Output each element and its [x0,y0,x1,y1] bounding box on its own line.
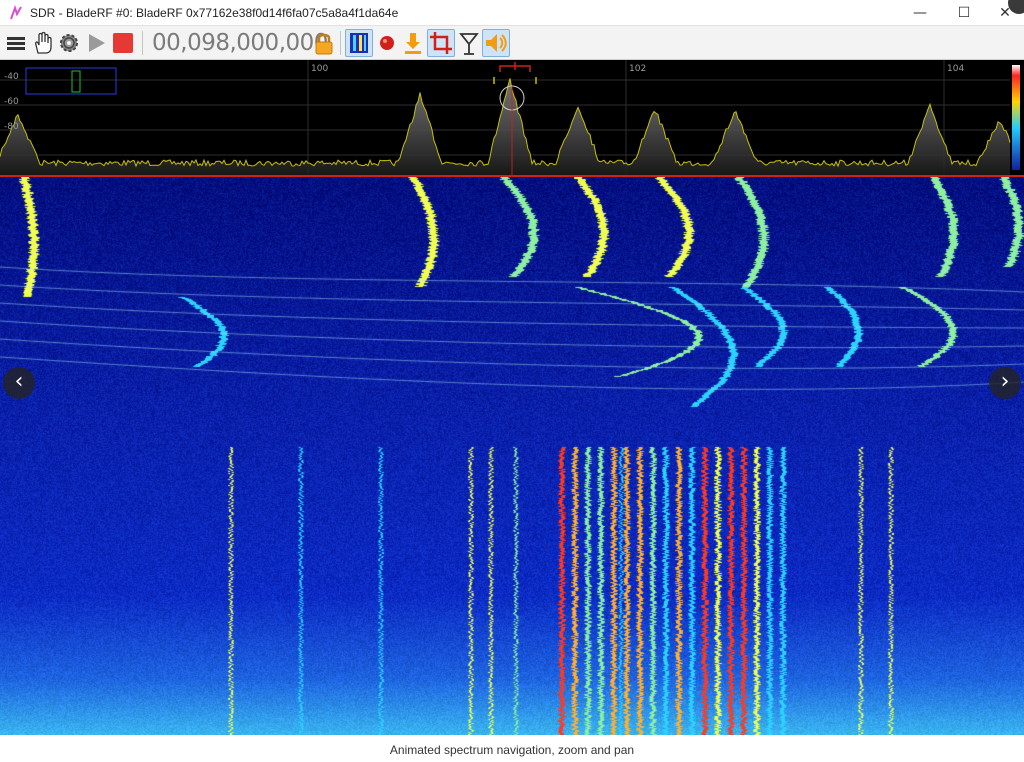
antenna-icon[interactable] [455,29,483,57]
toolbar: 00,098,000,000 [0,26,1024,60]
db-label: -60 [4,97,19,107]
stop-icon[interactable] [109,29,137,57]
play-icon[interactable] [82,29,110,57]
toolbar-separator [340,31,341,55]
waterfall-icon[interactable] [345,29,373,57]
window-title: SDR - BladeRF #0: BladeRF 0x77162e38f0d1… [30,6,399,20]
record-icon[interactable] [373,29,401,57]
caption: Animated spectrum navigation, zoom and p… [389,743,635,757]
spectrum-plot[interactable]: -40 -60 -80 100 102 104 [0,60,1024,177]
next-slide-button[interactable]: › [989,367,1021,399]
freq-label: 104 [947,64,964,74]
gear-icon[interactable] [55,29,83,57]
download-icon[interactable] [399,29,427,57]
hand-pan-icon[interactable] [29,29,57,57]
lock-icon[interactable] [310,29,338,57]
previous-slide-button[interactable]: ‹ [3,367,35,399]
minimize-button[interactable]: — [900,0,940,26]
freq-label: 102 [629,64,646,74]
app-logo-icon [10,5,22,20]
db-label: -80 [4,122,19,132]
menu-icon[interactable] [2,29,30,57]
speaker-icon[interactable] [482,29,510,57]
freq-label: 100 [311,64,328,74]
maximize-button[interactable]: ☐ [944,0,984,26]
frequency-display[interactable]: 00,098,000,000 [152,30,328,56]
toolbar-separator [142,31,143,55]
crop-zoom-icon[interactable] [427,29,455,57]
db-label: -40 [4,72,19,82]
title-bar: SDR - BladeRF #0: BladeRF 0x77162e38f0d1… [0,0,1024,26]
waterfall-display[interactable]: ‹ › [0,177,1024,735]
